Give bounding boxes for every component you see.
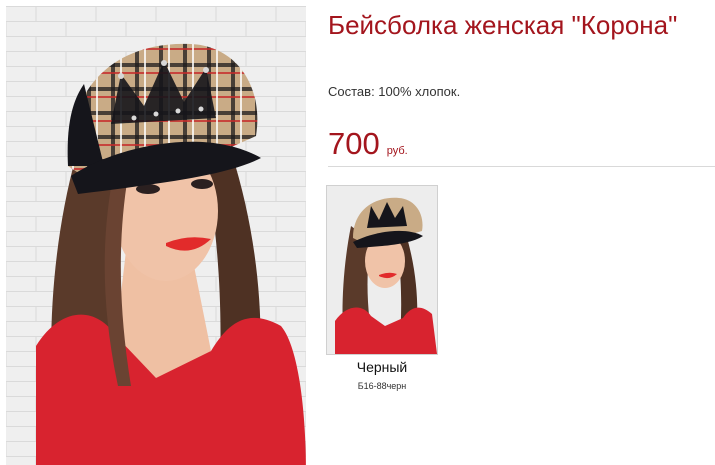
price-value: 700 bbox=[328, 126, 380, 161]
product-title: Бейсболка женская "Корона" bbox=[328, 10, 678, 40]
divider bbox=[328, 166, 715, 167]
variant-thumbnail[interactable] bbox=[326, 185, 438, 355]
variant-photo bbox=[327, 186, 437, 354]
variant-color-name: Черный bbox=[356, 359, 408, 375]
main-product-image[interactable] bbox=[6, 6, 306, 465]
product-composition: Состав: 100% хлопок. bbox=[328, 84, 461, 99]
price-block: 700 руб. bbox=[328, 124, 408, 164]
color-variant-card[interactable]: Черный Б16-88черн bbox=[326, 185, 438, 392]
model-photo bbox=[6, 6, 306, 465]
price-currency: руб. bbox=[386, 145, 408, 157]
variant-sku: Б16-88черн bbox=[357, 381, 407, 391]
